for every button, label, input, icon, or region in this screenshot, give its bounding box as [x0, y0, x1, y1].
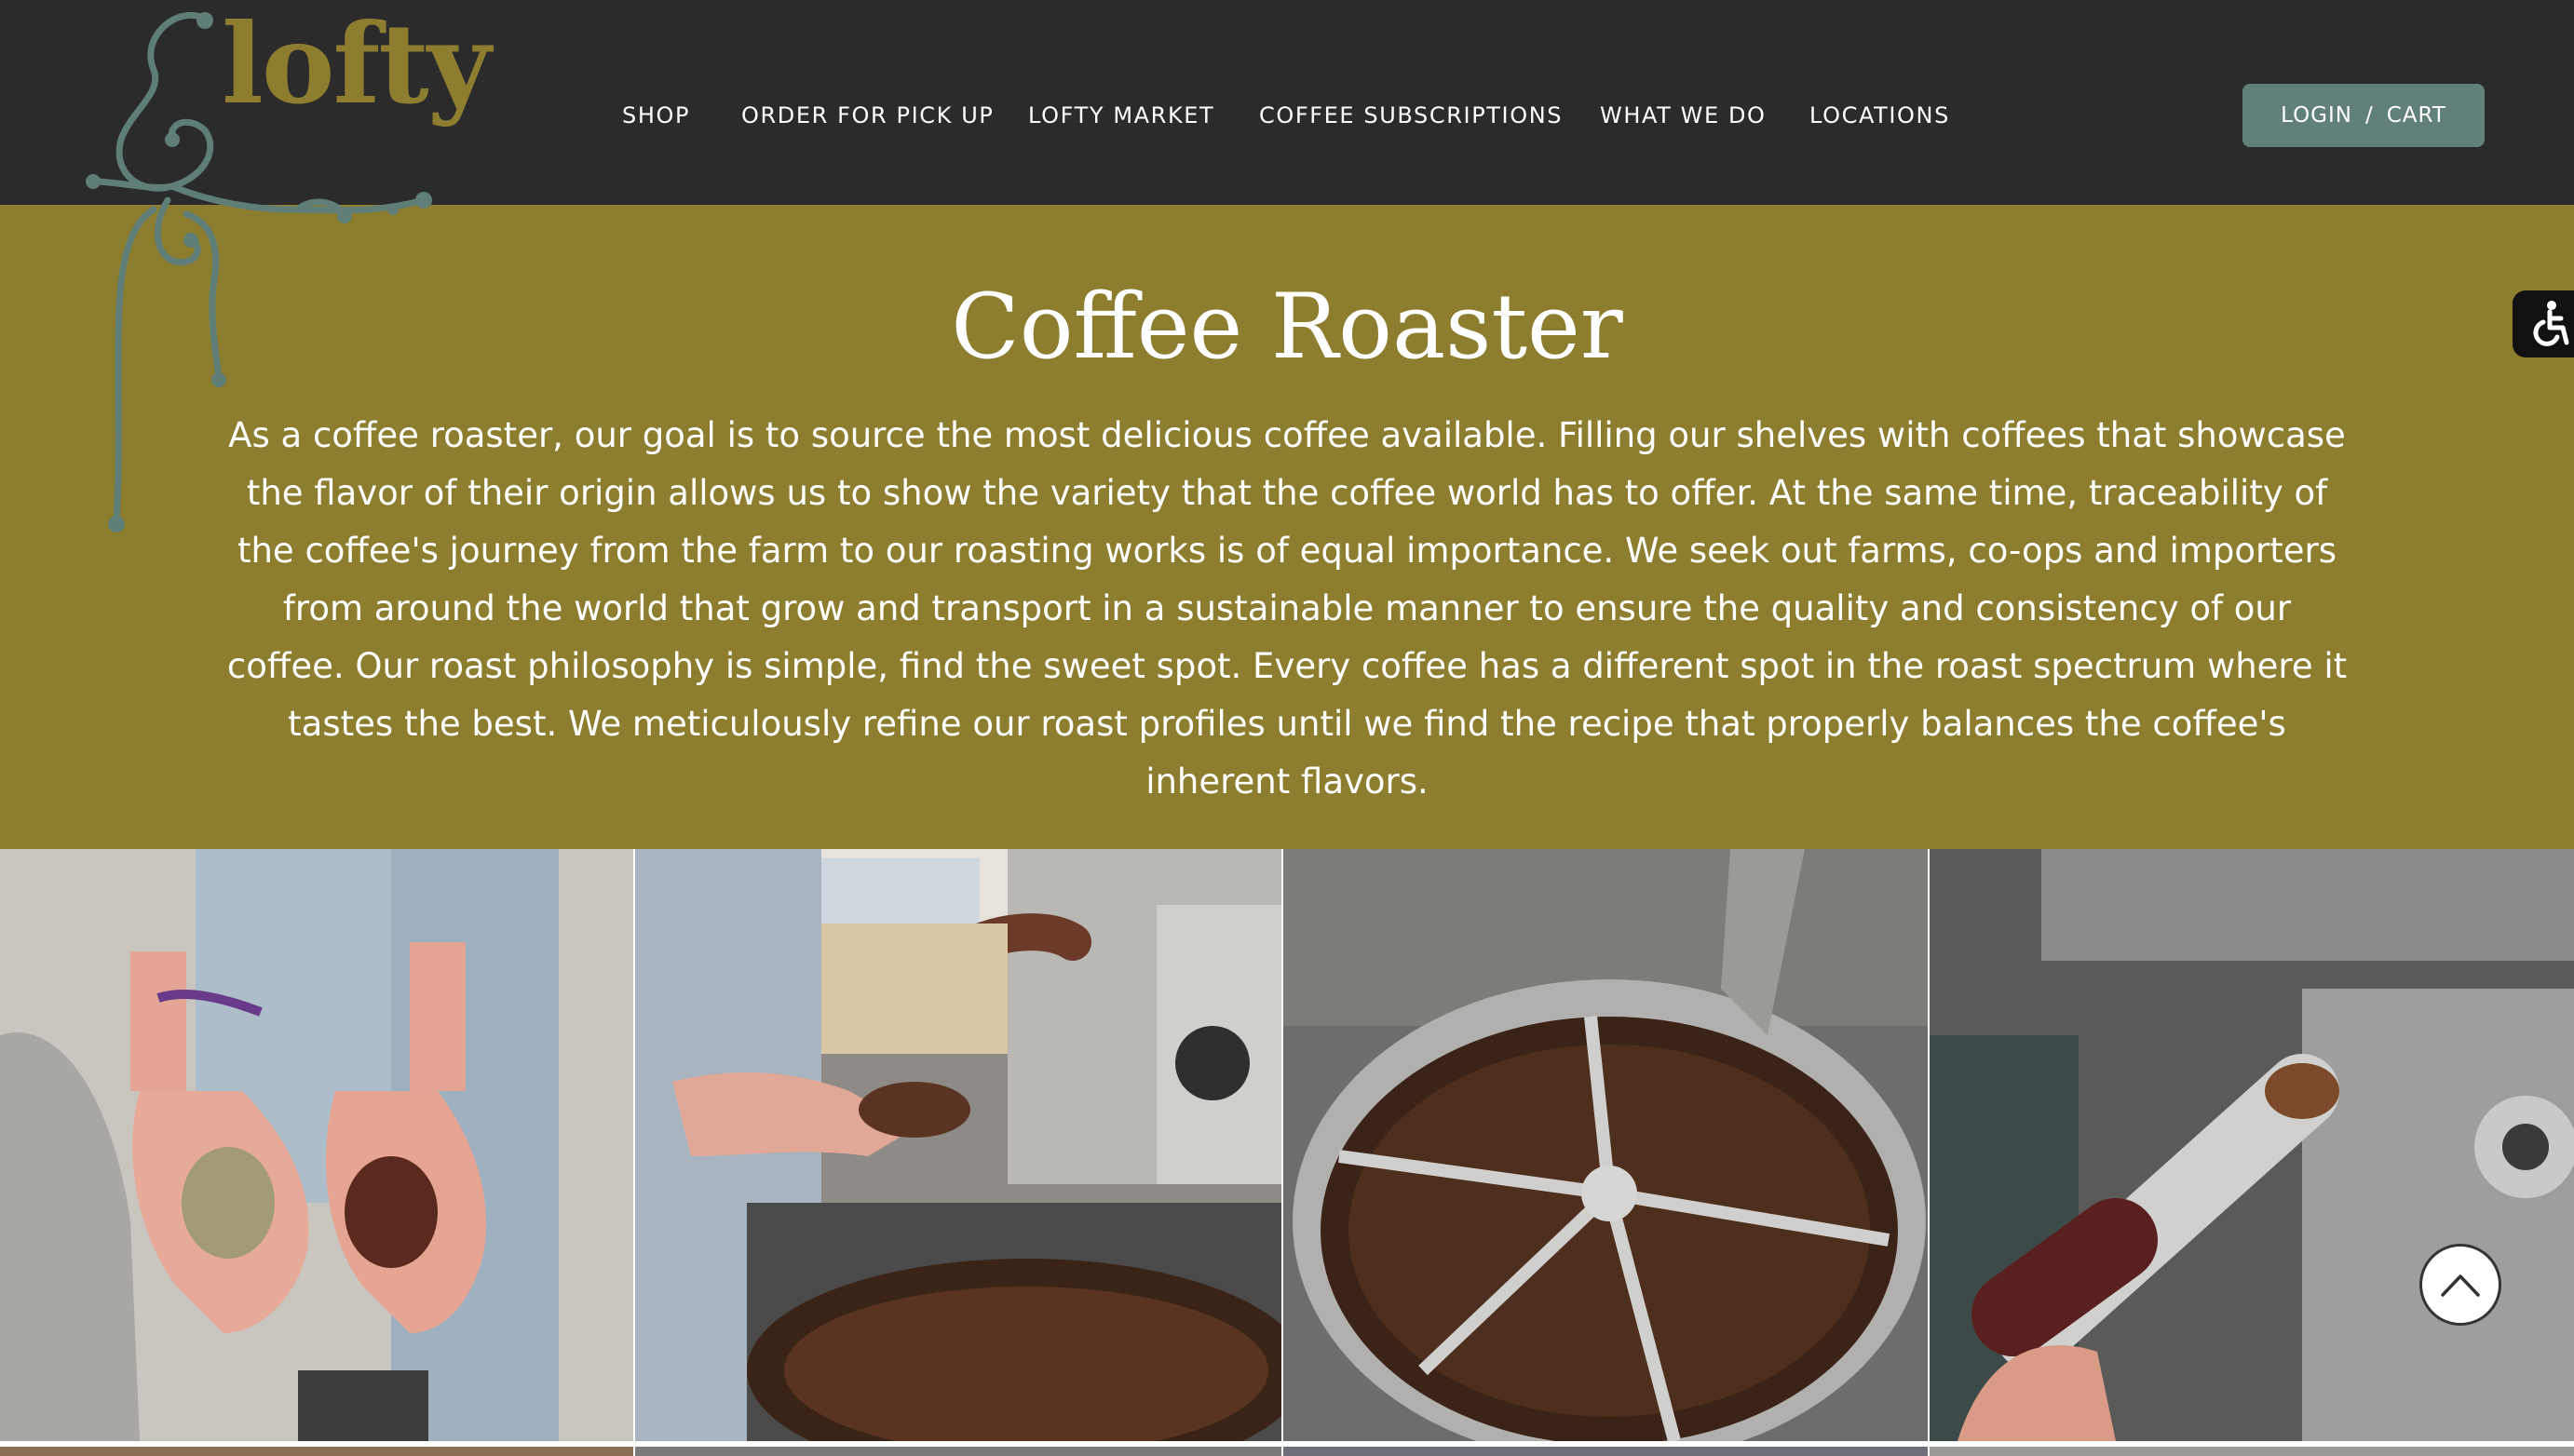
nav-what-we-do[interactable]: WHAT WE DO	[1600, 97, 1767, 134]
login-cart-button[interactable]: LOGIN / CART	[2242, 84, 2485, 147]
gallery-image-cooling-tray[interactable]	[1283, 849, 1928, 1441]
chevron-up-icon	[2441, 1274, 2480, 1297]
gallery-image-roaster-sampling[interactable]	[635, 849, 1281, 1441]
page-title: Coffee Roaster	[951, 275, 1623, 380]
gallery-image-row2-2[interactable]	[635, 1447, 1281, 1456]
nav-coffee-subscriptions[interactable]: COFFEE SUBSCRIPTIONS	[1259, 97, 1563, 134]
scroll-to-top-button[interactable]	[2419, 1244, 2501, 1326]
gallery-image-row2-3[interactable]	[1283, 1447, 1928, 1456]
logo-wordmark[interactable]: lofty	[222, 9, 491, 119]
accessibility-icon	[2533, 301, 2569, 346]
login-cart-separator: /	[2365, 103, 2374, 128]
intro-paragraph: As a coffee roaster, our goal is to sour…	[226, 415, 2348, 802]
photo-gallery	[0, 849, 2574, 1456]
gallery-image-hands-beans[interactable]	[0, 849, 633, 1441]
login-link[interactable]: LOGIN	[2281, 103, 2352, 128]
nav-shop[interactable]: SHOP	[622, 97, 690, 134]
gallery-image-row2-4[interactable]	[1930, 1447, 2574, 1456]
nav-lofty-market[interactable]: LOFTY MARKET	[1028, 97, 1214, 134]
nav-locations[interactable]: LOCATIONS	[1809, 97, 1950, 134]
nav-order-for-pick-up[interactable]: ORDER FOR PICK UP	[741, 97, 994, 134]
gallery-image-bean-trier[interactable]	[1930, 849, 2574, 1441]
site-header: lofty SHOP ORDER FOR PICK UP LOFTY MARKE…	[0, 0, 2574, 533]
gallery-image-row2-1[interactable]	[0, 1447, 633, 1456]
cart-link[interactable]: CART	[2387, 103, 2446, 128]
accessibility-button[interactable]	[2513, 290, 2574, 357]
